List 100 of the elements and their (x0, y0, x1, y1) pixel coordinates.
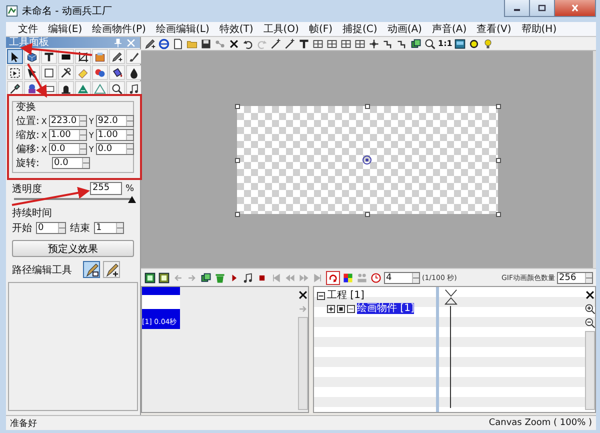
gif-colors-field[interactable]: 256 (557, 272, 593, 284)
tool-button[interactable] (7, 49, 23, 64)
copy-icon[interactable] (200, 272, 212, 284)
collapse-icon[interactable] (317, 292, 325, 300)
copy-icon[interactable] (410, 38, 422, 50)
resize-handle[interactable] (365, 104, 370, 108)
menu-item[interactable]: 绘画物件(P) (88, 22, 150, 36)
crop-icon (77, 50, 89, 62)
close-icon[interactable] (228, 38, 240, 50)
loop-button[interactable] (326, 270, 340, 284)
menu-item[interactable]: 声音(A) (428, 22, 471, 36)
crosshair-icon[interactable] (368, 38, 380, 50)
number-field[interactable]: 223.0 (48, 115, 87, 127)
number-field[interactable]: 92.0 (96, 115, 134, 127)
grid-icon[interactable] (354, 38, 366, 50)
paint-icon (94, 66, 106, 78)
magnifier-icon (111, 82, 123, 94)
hourglass-marker-icon[interactable] (443, 288, 459, 306)
scrollbar[interactable] (584, 331, 594, 410)
lock-box-icon[interactable] (347, 304, 355, 312)
axis-label: X (41, 116, 47, 126)
tree-item[interactable]: 绘画物件 [1] (357, 303, 414, 314)
preset-effects-button[interactable]: 预定义效果 (12, 240, 134, 257)
light-bulb-icon[interactable] (482, 38, 494, 50)
number-field[interactable]: 0.0 (96, 143, 134, 155)
menu-item[interactable]: 编辑(E) (44, 22, 86, 36)
brush-icon (128, 50, 140, 62)
canvas-zoom-status: Canvas Zoom ( 100% ) (488, 418, 592, 428)
frame-icon[interactable] (144, 272, 156, 284)
grid-icon[interactable] (312, 38, 324, 50)
menu-item[interactable]: 捕捉(C) (338, 22, 382, 36)
opacity-field[interactable]: 255 (90, 182, 122, 195)
arrow-icon (26, 66, 38, 78)
save-icon[interactable] (200, 38, 212, 50)
number-field[interactable]: 0.0 (48, 143, 87, 155)
tools-icon (60, 66, 72, 78)
path-tools-label: 路径编辑工具 (12, 264, 72, 276)
zoom-in-icon[interactable] (584, 303, 596, 315)
t-shape-icon[interactable] (298, 38, 310, 50)
menu-item[interactable]: 特效(T) (215, 22, 258, 36)
resize-handle[interactable] (234, 158, 240, 162)
pen-icon[interactable] (144, 38, 156, 50)
loop-icon (327, 272, 339, 284)
menu-item[interactable]: 工具(O) (259, 22, 303, 36)
visibility-icon[interactable] (337, 304, 345, 312)
grid-icon[interactable] (326, 38, 338, 50)
number-field[interactable]: 1.00 (48, 129, 87, 141)
menu-item[interactable]: 绘画编辑(L) (152, 22, 214, 36)
number-field[interactable]: 0 (36, 222, 66, 234)
resize-handle[interactable] (234, 104, 240, 108)
menu-item[interactable]: 查看(V) (472, 22, 516, 36)
close-icon[interactable] (584, 289, 596, 301)
number-field[interactable]: 1.00 (96, 129, 134, 141)
actual-size-button[interactable]: 1:1 (438, 39, 452, 48)
center-point-icon[interactable] (362, 154, 372, 164)
resize-handle[interactable] (365, 212, 370, 216)
box-icon (94, 50, 106, 62)
monitor-icon[interactable] (454, 38, 466, 50)
number-field[interactable]: 1 (94, 222, 124, 234)
zoom-out-icon[interactable] (584, 317, 596, 329)
path-tool-button[interactable] (83, 261, 100, 278)
droplet-icon (128, 66, 140, 78)
wand-icon[interactable] (270, 38, 282, 50)
ring-icon[interactable] (468, 38, 480, 50)
group-title: 变换 (16, 102, 37, 114)
path-tool-button[interactable] (103, 261, 120, 278)
wand-icon[interactable] (284, 38, 296, 50)
resize-handle[interactable] (496, 212, 500, 216)
magnifier-icon[interactable] (424, 38, 436, 50)
palette-icon[interactable] (342, 272, 354, 284)
number-field[interactable]: 0.0 (52, 157, 90, 169)
close-icon[interactable] (296, 289, 308, 301)
close-button[interactable] (554, 0, 596, 17)
grid-icon[interactable] (340, 38, 352, 50)
tree-item[interactable]: 工程 [1] (327, 290, 364, 301)
bell-icon (60, 82, 72, 94)
expand-icon[interactable] (327, 304, 335, 312)
wave-icon (77, 82, 89, 94)
menu-item[interactable]: 帮助(H) (517, 22, 561, 36)
resize-handle[interactable] (234, 212, 240, 216)
group-title: 持续时间 (12, 208, 53, 220)
menu-item[interactable]: 文件 (14, 22, 42, 36)
music-note-icon[interactable] (242, 272, 254, 284)
minimize-button[interactable] (504, 0, 530, 17)
menu-item[interactable]: 帧(F) (304, 22, 337, 36)
scrollbar[interactable] (298, 317, 308, 410)
pen-icon (111, 50, 123, 62)
status-message: 准备好 (10, 418, 37, 430)
resize-handle[interactable] (496, 104, 500, 108)
field-label: 旋转: (16, 156, 40, 170)
menu-item[interactable]: 动画(A) (383, 22, 426, 36)
pen-nib-icon (84, 262, 98, 276)
clock-icon[interactable] (370, 272, 382, 284)
maximize-button[interactable] (529, 0, 555, 17)
field-label: 位置: (16, 114, 40, 128)
frames-icon[interactable] (158, 272, 170, 284)
undo-icon[interactable] (242, 38, 254, 50)
resize-handle[interactable] (496, 158, 500, 162)
t-shape-icon (43, 50, 55, 62)
delay-field[interactable]: 4 (384, 272, 420, 284)
